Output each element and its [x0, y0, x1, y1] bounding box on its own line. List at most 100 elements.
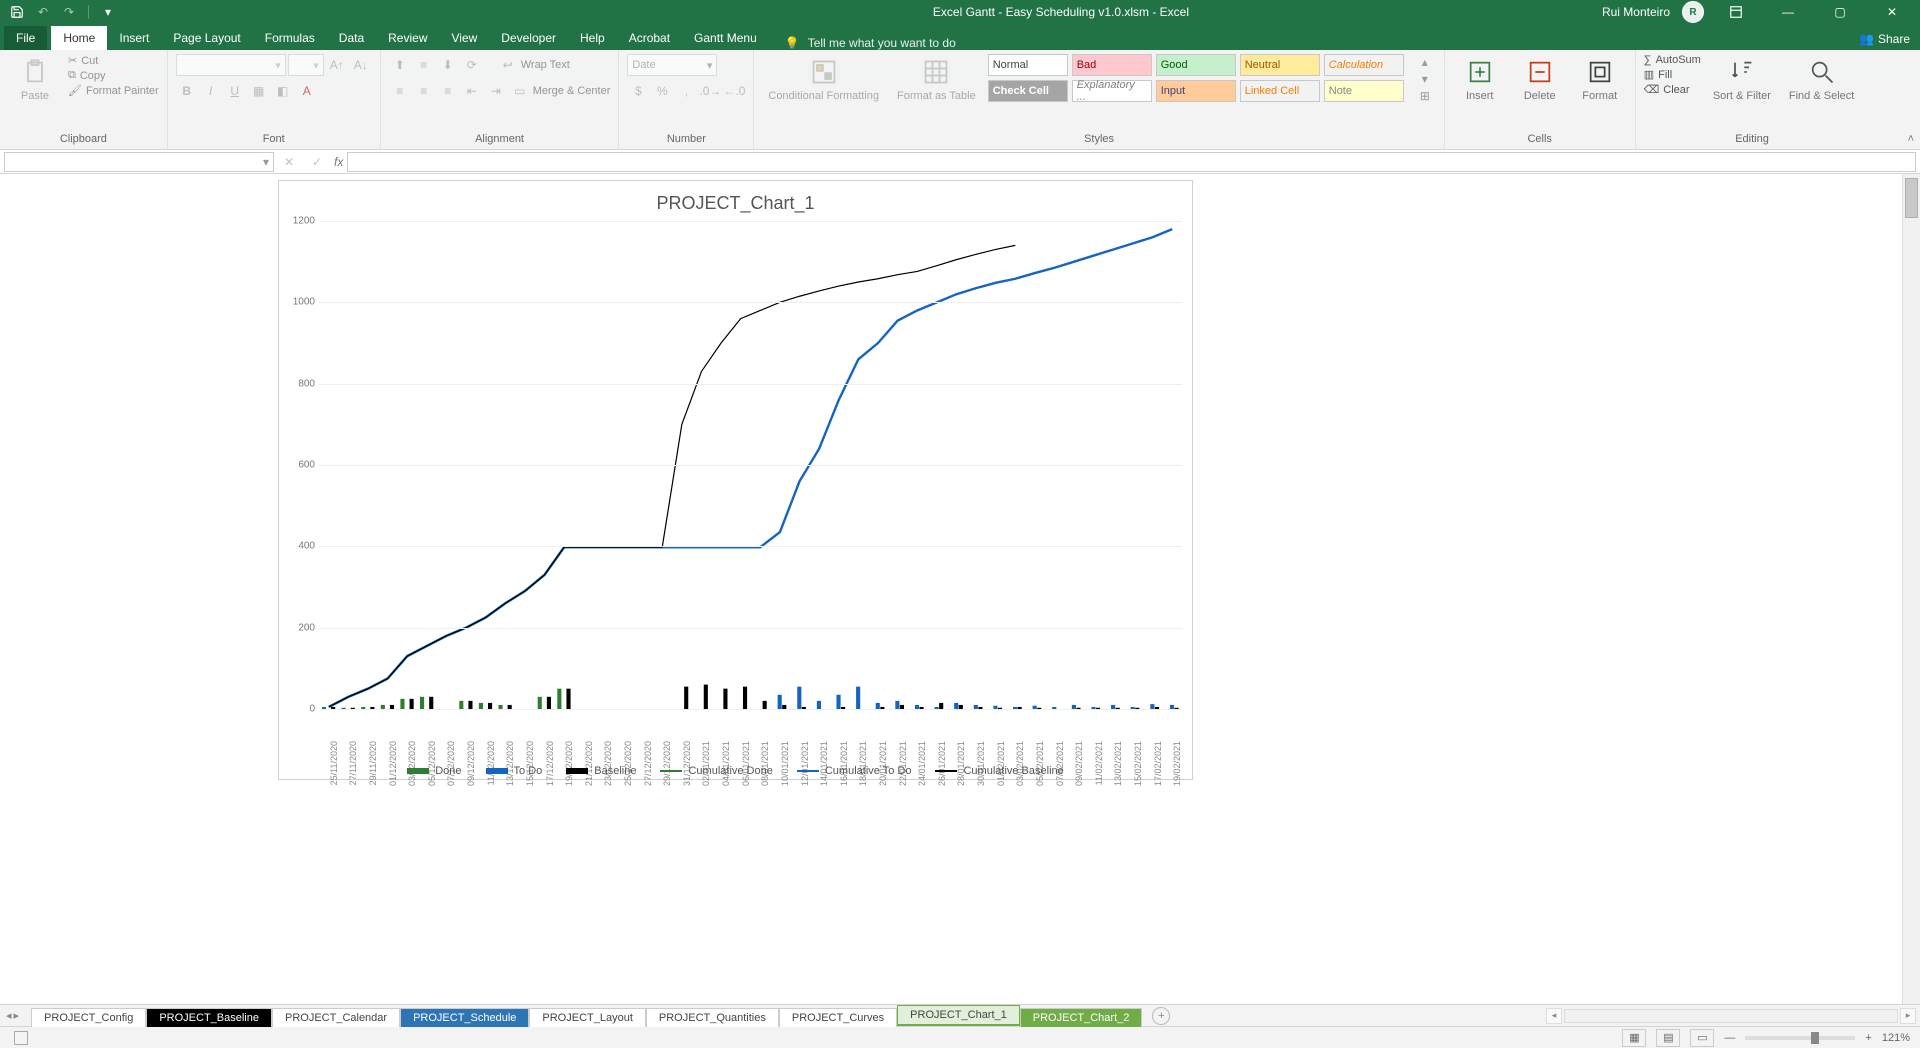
- view-normal-button[interactable]: ▦: [1622, 1029, 1646, 1047]
- tab-file[interactable]: File: [4, 26, 47, 50]
- tab-page-layout[interactable]: Page Layout: [161, 26, 252, 50]
- tab-acrobat[interactable]: Acrobat: [617, 26, 682, 50]
- style-input[interactable]: Input: [1156, 80, 1236, 102]
- inc-decimal[interactable]: .0→: [699, 80, 721, 102]
- style-calculation[interactable]: Calculation: [1324, 54, 1404, 76]
- horizontal-scrollbar[interactable]: ◂ ▸: [1546, 1007, 1916, 1024]
- sheet-tab-chart-2[interactable]: PROJECT_Chart_2: [1020, 1008, 1143, 1027]
- align-bottom[interactable]: ⬇: [437, 54, 459, 76]
- sheet-area[interactable]: PROJECT_Chart_1 020040060080010001200 25…: [0, 174, 1902, 1004]
- enter-formula-button[interactable]: ✓: [306, 151, 328, 173]
- save-button[interactable]: [6, 1, 28, 23]
- zoom-slider[interactable]: [1745, 1036, 1855, 1040]
- indent-inc[interactable]: ⇥: [485, 80, 507, 102]
- qat-customize[interactable]: ▾: [97, 1, 119, 23]
- style-normal[interactable]: Normal: [988, 54, 1068, 76]
- view-page-layout-button[interactable]: ▤: [1656, 1029, 1680, 1047]
- tab-developer[interactable]: Developer: [489, 26, 568, 50]
- style-neutral[interactable]: Neutral: [1240, 54, 1320, 76]
- indent-dec[interactable]: ⇤: [461, 80, 483, 102]
- insert-cells-button[interactable]: Insert: [1453, 54, 1507, 106]
- style-bad[interactable]: Bad: [1072, 54, 1152, 76]
- tab-data[interactable]: Data: [327, 26, 376, 50]
- conditional-formatting-button[interactable]: Conditional Formatting: [762, 54, 885, 106]
- number-format-select[interactable]: Date▾: [627, 54, 717, 76]
- font-name-select[interactable]: ▾: [176, 54, 286, 76]
- style-check-cell[interactable]: Check Cell: [988, 80, 1068, 102]
- collapse-ribbon-button[interactable]: ˄: [1908, 133, 1914, 145]
- style-good[interactable]: Good: [1156, 54, 1236, 76]
- align-middle[interactable]: ≡: [413, 54, 435, 76]
- cancel-formula-button[interactable]: ✕: [278, 151, 300, 173]
- h-scroll-track[interactable]: [1564, 1009, 1898, 1023]
- italic-button[interactable]: I: [200, 80, 222, 102]
- zoom-in-button[interactable]: +: [1865, 1032, 1871, 1044]
- bold-button[interactable]: B: [176, 80, 198, 102]
- tab-formulas[interactable]: Formulas: [253, 26, 327, 50]
- chart-title[interactable]: PROJECT_Chart_1: [279, 181, 1192, 218]
- underline-button[interactable]: U: [224, 80, 246, 102]
- share-button[interactable]: 👥 Share: [1859, 32, 1910, 46]
- styles-scroll-up[interactable]: ▴: [1414, 54, 1436, 71]
- paste-button[interactable]: Paste: [8, 54, 62, 106]
- format-painter-button[interactable]: 🖌Format Painter: [68, 84, 159, 97]
- fx-icon[interactable]: fx: [334, 155, 343, 169]
- styles-more[interactable]: ⊞: [1414, 87, 1436, 104]
- merge-center-button[interactable]: Merge & Center: [533, 85, 611, 97]
- maximize-button[interactable]: ▢: [1820, 0, 1860, 24]
- orientation-button[interactable]: ⟳: [461, 54, 483, 76]
- formula-input[interactable]: [347, 152, 1916, 172]
- sort-filter-button[interactable]: Sort & Filter: [1707, 54, 1777, 106]
- fill-color-button[interactable]: ◧: [272, 80, 294, 102]
- style-linked-cell[interactable]: Linked Cell: [1240, 80, 1320, 102]
- minimize-button[interactable]: —: [1768, 0, 1808, 24]
- find-select-button[interactable]: Find & Select: [1783, 54, 1860, 106]
- tab-view[interactable]: View: [440, 26, 490, 50]
- h-scroll-right[interactable]: ▸: [1900, 1008, 1916, 1024]
- close-button[interactable]: ✕: [1872, 0, 1912, 24]
- tab-help[interactable]: Help: [568, 26, 617, 50]
- percent-button[interactable]: %: [651, 80, 673, 102]
- style-note[interactable]: Note: [1324, 80, 1404, 102]
- dec-decimal[interactable]: ←.0: [723, 80, 745, 102]
- sheet-tab-quantities[interactable]: PROJECT_Quantities: [646, 1008, 779, 1027]
- sheet-tab-calendar[interactable]: PROJECT_Calendar: [272, 1008, 400, 1027]
- align-center[interactable]: ≡: [413, 80, 435, 102]
- sheet-tab-baseline[interactable]: PROJECT_Baseline: [146, 1008, 272, 1027]
- sheet-nav-prev[interactable]: ◂: [6, 1009, 12, 1022]
- sheet-tab-layout[interactable]: PROJECT_Layout: [529, 1008, 645, 1027]
- wrap-text-button[interactable]: Wrap Text: [521, 59, 570, 71]
- tab-home[interactable]: Home: [51, 26, 107, 50]
- copy-button[interactable]: ⧉Copy: [68, 69, 159, 82]
- sheet-tab-config[interactable]: PROJECT_Config: [31, 1008, 146, 1027]
- zoom-thumb[interactable]: [1811, 1032, 1819, 1044]
- align-top[interactable]: ⬆: [389, 54, 411, 76]
- format-cells-button[interactable]: Format: [1573, 54, 1627, 106]
- zoom-level[interactable]: 121%: [1882, 1032, 1910, 1044]
- view-page-break-button[interactable]: ▭: [1690, 1029, 1714, 1047]
- tab-review[interactable]: Review: [376, 26, 439, 50]
- tab-insert[interactable]: Insert: [107, 26, 161, 50]
- chart-object[interactable]: PROJECT_Chart_1 020040060080010001200 25…: [278, 180, 1193, 780]
- vertical-scrollbar[interactable]: [1902, 174, 1920, 1004]
- sheet-tab-schedule[interactable]: PROJECT_Schedule: [400, 1008, 529, 1027]
- new-sheet-button[interactable]: +: [1152, 1007, 1170, 1025]
- h-scroll-left[interactable]: ◂: [1546, 1008, 1562, 1024]
- cut-button[interactable]: ✂Cut: [68, 54, 159, 67]
- ribbon-options-icon[interactable]: [1716, 0, 1756, 24]
- font-size-select[interactable]: ▾: [288, 54, 324, 76]
- tab-gantt-menu[interactable]: Gantt Menu: [682, 26, 769, 50]
- plot-area[interactable]: 020040060080010001200: [319, 221, 1182, 709]
- font-color-button[interactable]: A: [296, 80, 318, 102]
- accounting-button[interactable]: $: [627, 80, 649, 102]
- border-button[interactable]: ▦: [248, 80, 270, 102]
- v-scroll-thumb[interactable]: [1905, 178, 1918, 218]
- align-right[interactable]: ≡: [437, 80, 459, 102]
- comma-button[interactable]: ,: [675, 80, 697, 102]
- align-left[interactable]: ≡: [389, 80, 411, 102]
- name-box[interactable]: ▾: [4, 152, 274, 172]
- undo-button[interactable]: ↶: [32, 1, 54, 23]
- fill-button[interactable]: ▥Fill: [1644, 68, 1701, 81]
- zoom-out-button[interactable]: —: [1724, 1032, 1735, 1044]
- style-explanatory[interactable]: Explanatory ...: [1072, 80, 1152, 102]
